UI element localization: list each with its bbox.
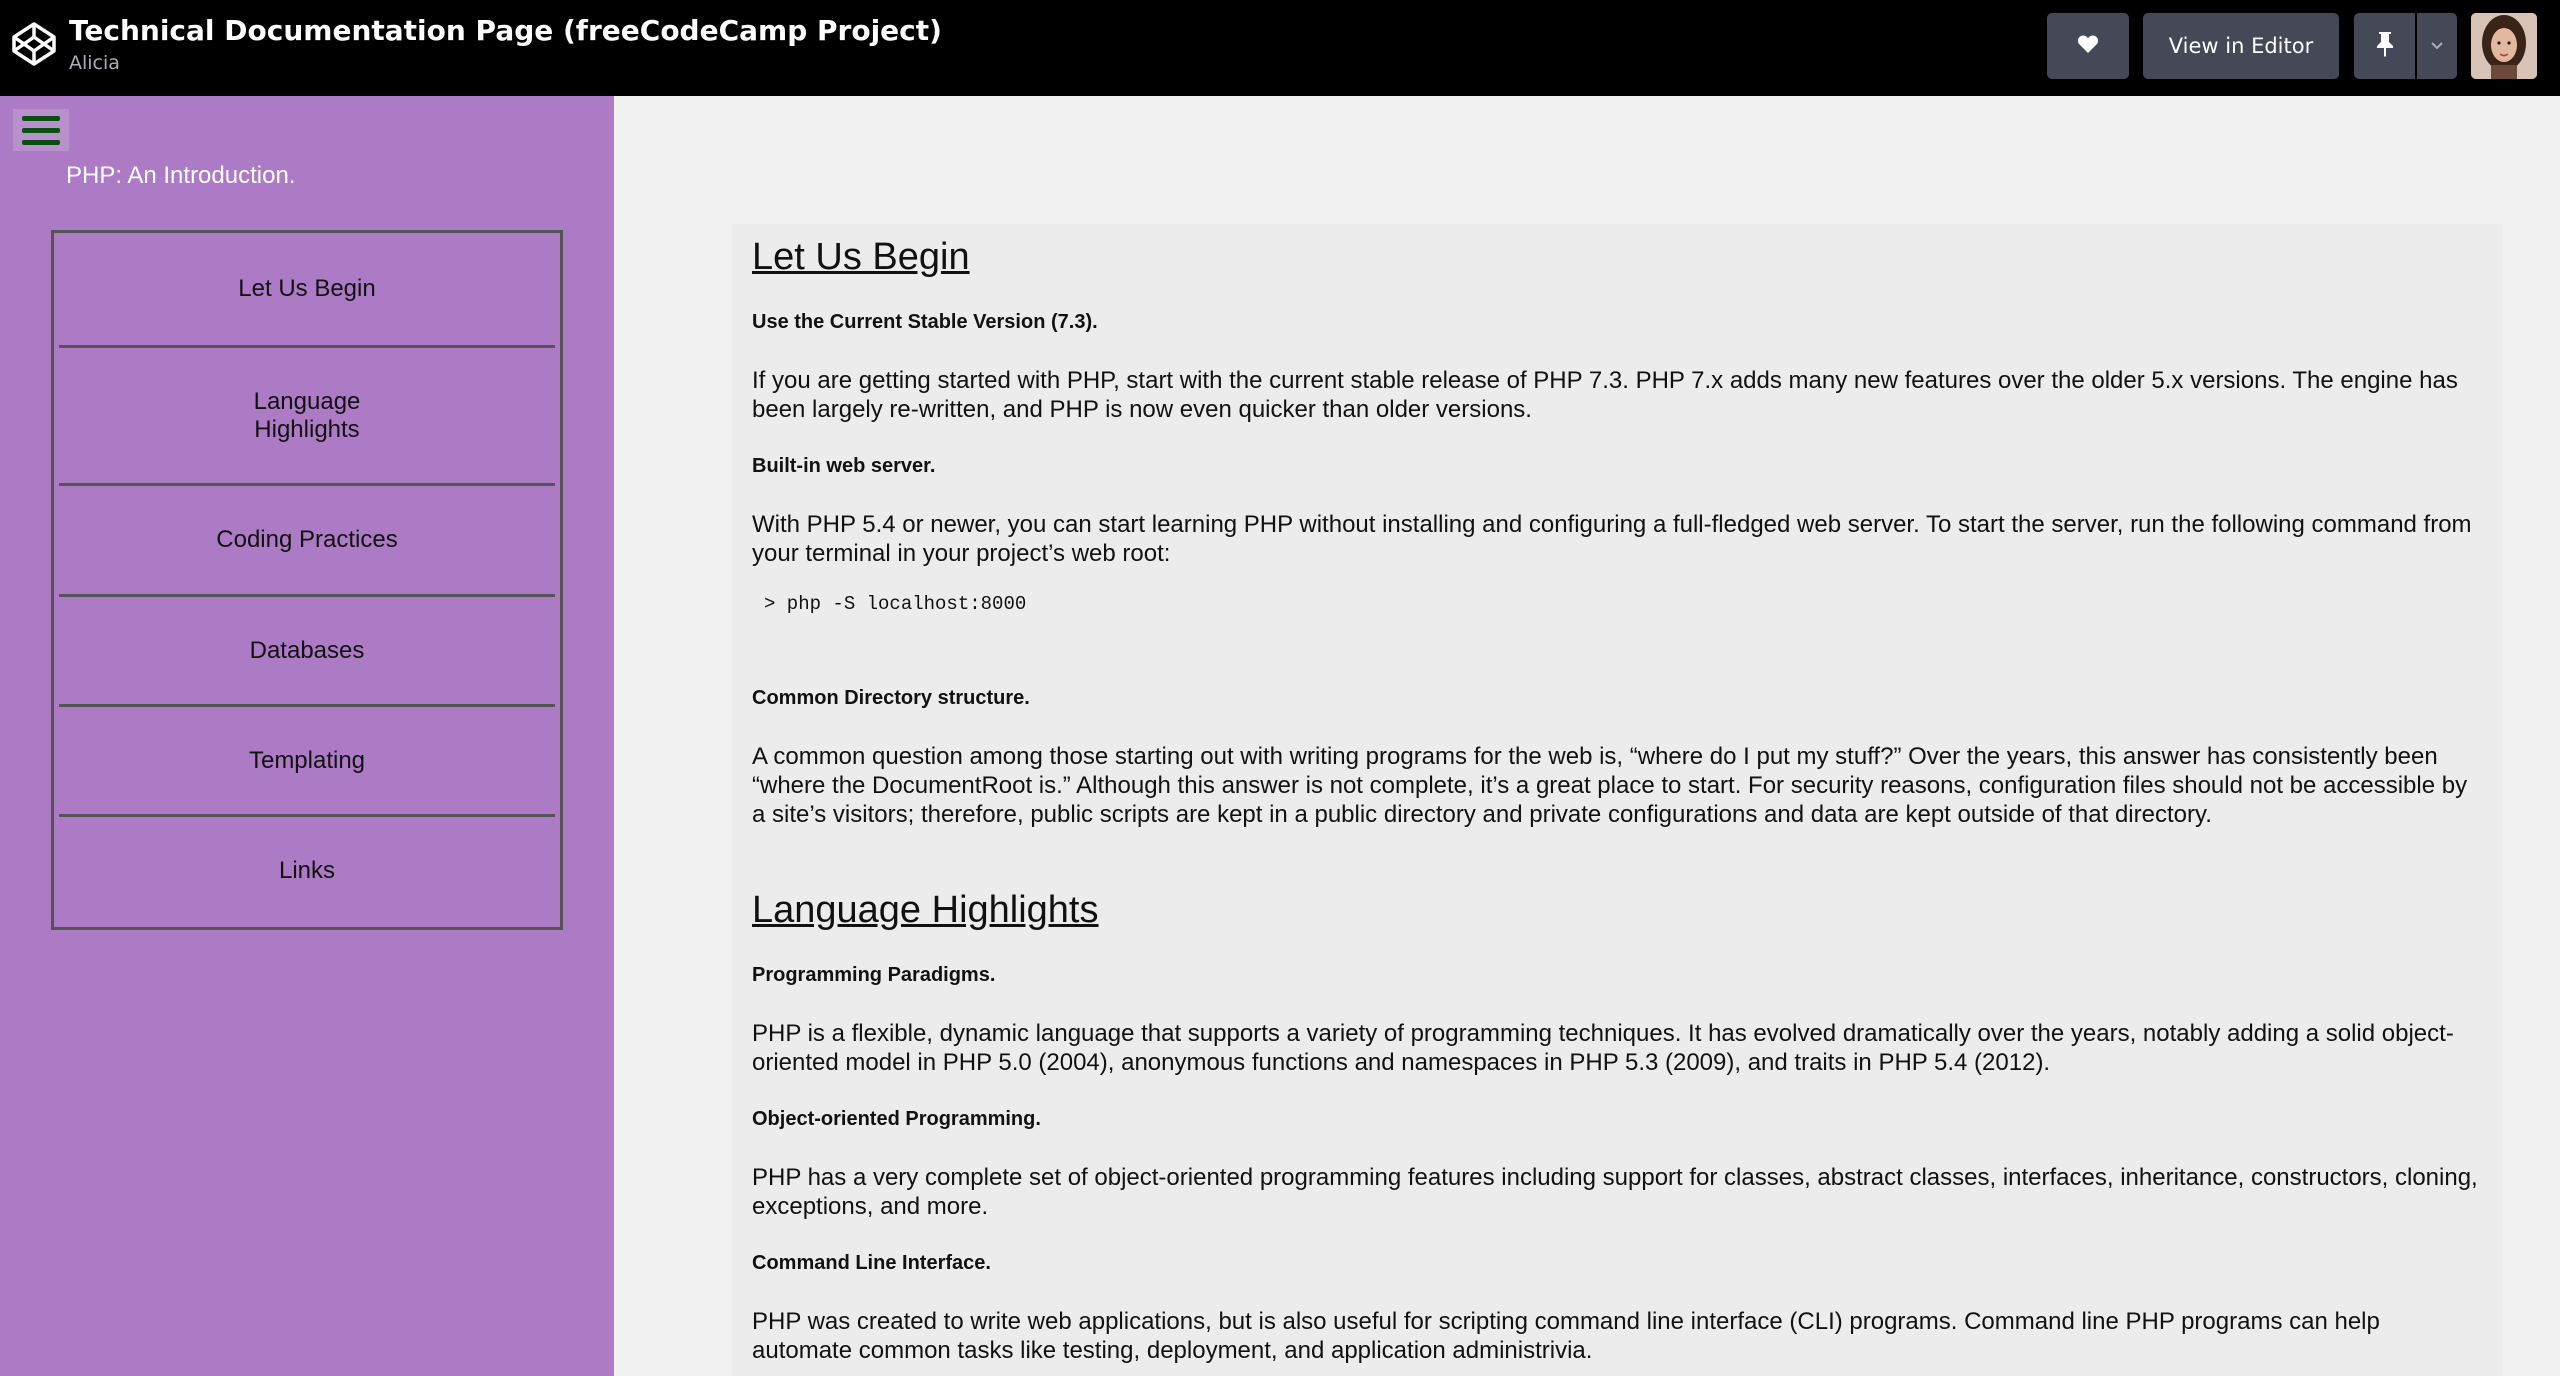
section-title: Let Us Begin: [752, 236, 970, 278]
pin-icon: [2376, 31, 2394, 62]
codepen-header: Technical Documentation Page (freeCodeCa…: [0, 0, 2560, 96]
code-block: > php -S localhost:8000: [764, 593, 1027, 615]
paragraph: PHP has a very complete set of object-or…: [752, 1164, 2478, 1220]
chevron-down-icon: [2430, 37, 2444, 55]
paragraph: A common question among those starting o…: [752, 743, 2468, 828]
subsection-heading: Common Directory structure.: [752, 687, 1030, 709]
subsection-heading: Built-in web server.: [752, 455, 936, 477]
subsection-heading: Use the Current Stable Version (7.3).: [752, 311, 1098, 333]
nav-link-templating[interactable]: Templating: [59, 707, 555, 817]
sidebar-nav: PHP: An Introduction. Let Us Begin Langu…: [0, 96, 614, 1376]
paragraph: PHP is a flexible, dynamic language that…: [752, 1020, 2454, 1076]
section-let-us-begin: Let Us Begin Use the Current Stable Vers…: [752, 234, 2482, 829]
main-document: Let Us Begin Use the Current Stable Vers…: [614, 96, 2560, 1376]
nav-link-let-us-begin[interactable]: Let Us Begin: [59, 233, 555, 348]
pin-dropdown-button[interactable]: [2417, 13, 2457, 79]
paragraph: With PHP 5.4 or newer, you can start lea…: [752, 511, 2472, 567]
user-avatar[interactable]: [2471, 13, 2537, 79]
subsection-heading: Command Line Interface.: [752, 1252, 991, 1274]
paragraph: If you are getting started with PHP, sta…: [752, 367, 2458, 423]
subsection-heading: Programming Paradigms.: [752, 964, 996, 986]
nav-link-coding-practices[interactable]: Coding Practices: [59, 486, 555, 597]
heart-icon: [2077, 34, 2099, 59]
codepen-logo-icon[interactable]: [10, 20, 58, 68]
paragraph: PHP was created to write web application…: [752, 1308, 2380, 1364]
nav-header: PHP: An Introduction.: [66, 162, 296, 189]
nav-list: Let Us Begin Language Highlights Coding …: [51, 230, 563, 930]
view-in-editor-button[interactable]: View in Editor: [2143, 13, 2339, 79]
like-button[interactable]: [2047, 13, 2129, 79]
pin-button[interactable]: [2354, 13, 2415, 79]
section-title: Language Highlights: [752, 889, 1099, 931]
pen-author[interactable]: Alicia: [69, 52, 120, 74]
subsection-heading: Object-oriented Programming.: [752, 1108, 1041, 1130]
hamburger-menu-icon[interactable]: [13, 109, 69, 151]
nav-link-links[interactable]: Links: [59, 817, 555, 924]
section-language-highlights: Language Highlights Programming Paradigm…: [752, 887, 2482, 1365]
pen-title[interactable]: Technical Documentation Page (freeCodeCa…: [69, 14, 942, 47]
nav-link-language-highlights[interactable]: Language Highlights: [59, 348, 555, 486]
nav-link-databases[interactable]: Databases: [59, 597, 555, 707]
document-content: Let Us Begin Use the Current Stable Vers…: [732, 224, 2502, 1376]
